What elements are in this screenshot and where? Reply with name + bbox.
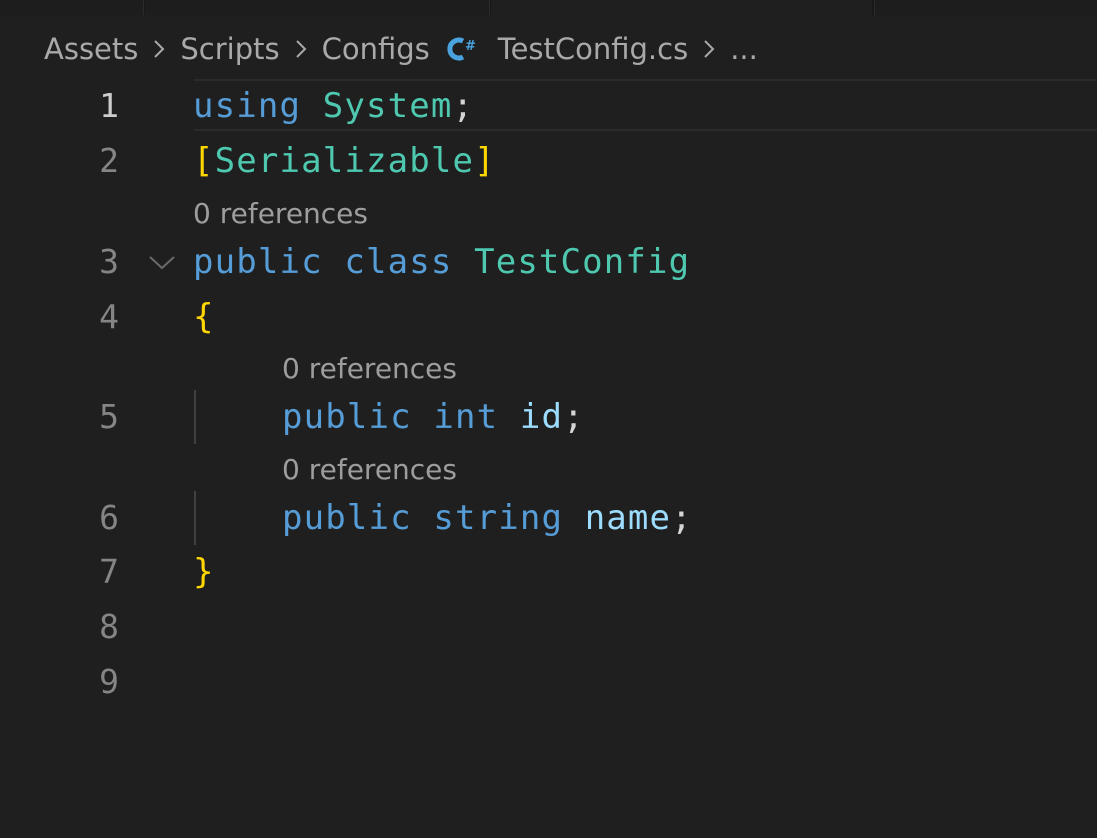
line-number: 2 — [99, 141, 119, 180]
svg-text:#: # — [465, 39, 476, 54]
breadcrumb-item-assets[interactable]: Assets — [44, 32, 138, 66]
bracket: ] — [474, 141, 496, 181]
keyword: using — [193, 86, 302, 126]
chevron-right-icon — [294, 38, 308, 60]
code-text[interactable]: using System; — [193, 79, 474, 133]
indent-guide — [194, 491, 196, 545]
class-name: TestConfig — [474, 242, 691, 282]
code-line[interactable]: 5 public int id; — [0, 390, 1097, 444]
code-text[interactable]: { — [193, 290, 215, 344]
line-number: 6 — [99, 498, 119, 537]
punctuation: ; — [671, 498, 693, 538]
brace: { — [193, 297, 215, 337]
code-text[interactable]: } — [193, 545, 215, 599]
bracket: [ — [193, 141, 215, 181]
keyword: public — [282, 397, 412, 437]
code-line[interactable]: 8 — [0, 600, 1097, 654]
code-editor[interactable]: 1 using System; 2 [Serializable] 0 refer… — [0, 79, 1097, 838]
indent-guide — [194, 390, 196, 444]
csharp-file-icon: # — [444, 34, 480, 64]
fold-chevron-down-icon[interactable] — [147, 247, 177, 277]
keyword: public — [282, 498, 412, 538]
code-line[interactable]: 4 { — [0, 290, 1097, 344]
line-number: 1 — [99, 86, 119, 125]
chevron-right-icon — [152, 38, 166, 60]
editor-tab-active[interactable] — [491, 0, 872, 15]
line-number: 5 — [99, 397, 119, 436]
breadcrumb-item-scripts[interactable]: Scripts — [180, 32, 279, 66]
code-line[interactable]: 2 [Serializable] — [0, 134, 1097, 188]
brace: } — [193, 552, 215, 592]
code-text[interactable]: public string name; — [282, 491, 693, 545]
codelens-references[interactable]: 0 references — [282, 450, 457, 490]
code-line[interactable]: 7 } — [0, 545, 1097, 599]
editor-tab-strip — [0, 0, 1097, 15]
breadcrumb-item-file[interactable]: TestConfig.cs — [498, 32, 688, 66]
field-name: name — [584, 498, 672, 538]
keyword: int — [433, 397, 499, 437]
editor-tab[interactable] — [0, 0, 144, 15]
breadcrumb-item-configs[interactable]: Configs — [322, 32, 430, 66]
code-text[interactable]: [Serializable] — [193, 134, 496, 188]
chevron-right-icon — [702, 38, 716, 60]
field-name: id — [519, 397, 564, 437]
codelens-references[interactable]: 0 references — [282, 349, 457, 389]
keyword: class — [344, 242, 453, 282]
keyword: string — [433, 498, 564, 538]
breadcrumb-item-symbols[interactable]: ... — [730, 32, 758, 66]
line-number: 4 — [99, 297, 119, 336]
codelens-references[interactable]: 0 references — [193, 194, 368, 234]
line-number: 9 — [99, 662, 119, 701]
code-line[interactable]: 3 public class TestConfig — [0, 235, 1097, 289]
breadcrumb: Assets Scripts Configs # TestConfig.cs .… — [44, 27, 758, 71]
line-number: 8 — [99, 607, 119, 646]
code-line[interactable]: 9 — [0, 655, 1097, 709]
type-name: System — [322, 86, 453, 126]
editor-tab[interactable] — [145, 0, 490, 15]
attribute-name: Serializable — [214, 141, 475, 181]
punctuation: ; — [563, 397, 585, 437]
code-line[interactable]: 1 using System; — [0, 79, 1097, 133]
line-number: 3 — [99, 242, 119, 281]
editor-tab[interactable] — [874, 0, 1097, 15]
punctuation: ; — [452, 86, 475, 126]
line-number: 7 — [99, 552, 119, 591]
code-text[interactable]: public class TestConfig — [193, 235, 690, 289]
code-text[interactable]: public int id; — [282, 390, 585, 444]
keyword: public — [193, 242, 323, 282]
code-line[interactable]: 6 public string name; — [0, 491, 1097, 545]
